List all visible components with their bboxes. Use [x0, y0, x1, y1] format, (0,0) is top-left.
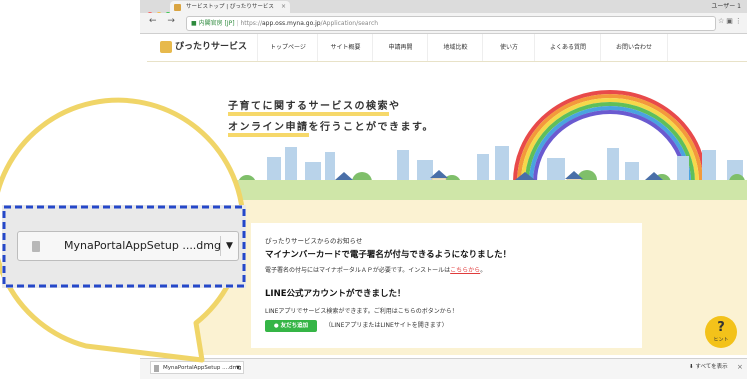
magnifier-callout [0, 97, 246, 363]
zoomed-download-filename: MynaPortalAppSetup ....dmg [64, 239, 221, 252]
zoomed-separator [220, 236, 221, 256]
zoomed-download-item[interactable]: MynaPortalAppSetup ....dmg ▼ [17, 231, 239, 261]
zoomed-file-icon [32, 241, 40, 252]
zoomed-chevron-down-icon[interactable]: ▼ [226, 232, 233, 260]
